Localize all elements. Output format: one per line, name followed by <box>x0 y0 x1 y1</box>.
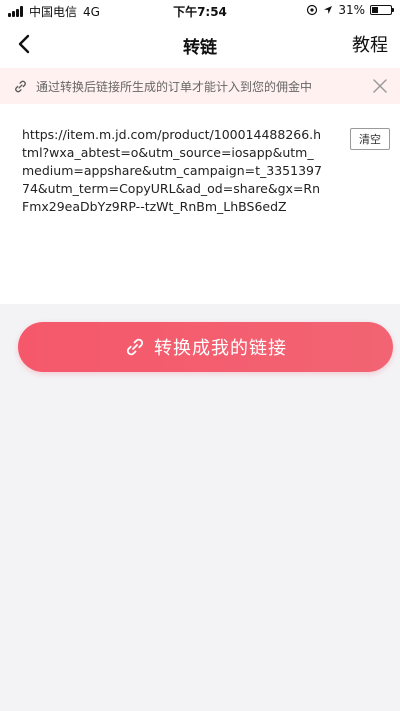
battery-percent: 31% <box>338 3 365 17</box>
battery-icon <box>370 5 394 15</box>
status-right: 31% <box>306 3 394 17</box>
link-icon <box>12 78 28 94</box>
convert-button-label: 转换成我的链接 <box>154 338 287 359</box>
clear-button[interactable]: 清空 <box>350 128 390 150</box>
link-input-area[interactable]: https://item.m.jd.com/product/1000144882… <box>0 104 400 304</box>
link-input-text[interactable]: https://item.m.jd.com/product/1000144882… <box>22 126 322 216</box>
nav-bar: 转链 教程 <box>0 20 400 68</box>
screen: 中国电信 4G 下午7:54 31% 转链 教程 通过转换后链接所生成的订单才能… <box>0 0 400 711</box>
link-icon <box>126 338 144 356</box>
close-notice-button[interactable] <box>370 76 390 96</box>
notice-bar: 通过转换后链接所生成的订单才能计入到您的佣金中 <box>0 68 400 104</box>
status-bar: 中国电信 4G 下午7:54 31% <box>0 0 400 20</box>
battery-fill <box>372 7 378 13</box>
convert-link-button[interactable]: 转换成我的链接 <box>18 322 393 372</box>
page-title: 转链 <box>183 38 217 58</box>
close-icon <box>373 79 387 93</box>
tutorial-button[interactable]: 教程 <box>352 31 388 57</box>
location-arrow-icon <box>324 6 333 14</box>
notice-text: 通过转换后链接所生成的订单才能计入到您的佣金中 <box>36 79 313 94</box>
orientation-lock-icon <box>307 4 318 16</box>
